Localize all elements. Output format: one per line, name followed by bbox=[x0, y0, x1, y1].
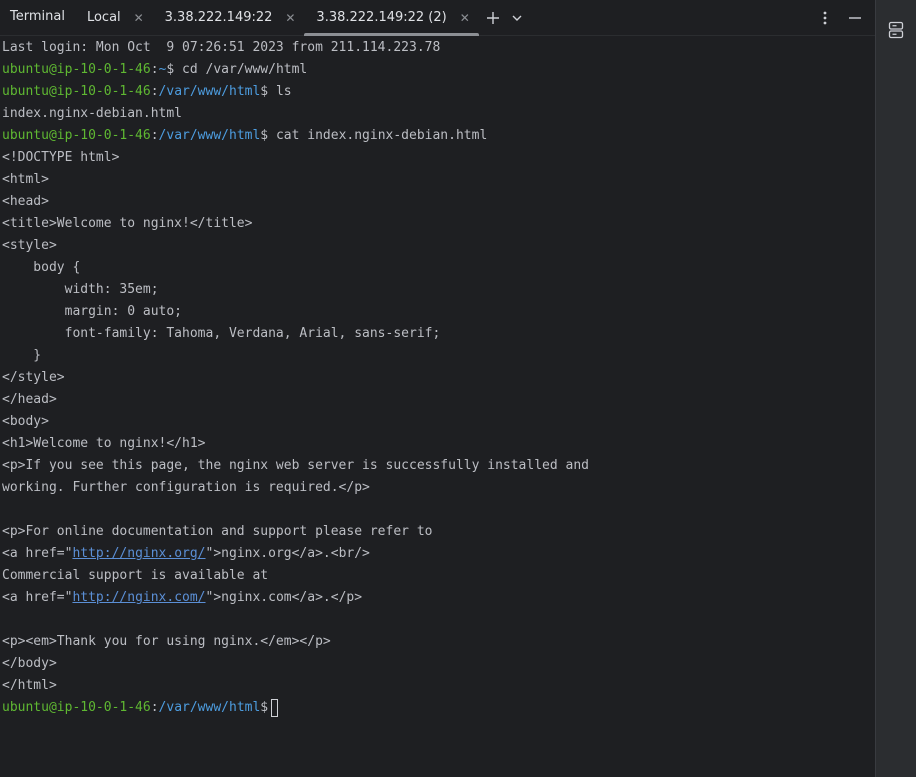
terminal-line-output: } bbox=[2, 348, 42, 363]
tab-label: Local bbox=[86, 10, 121, 25]
terminal-line-output: </html> bbox=[2, 678, 57, 693]
terminal-line-login: Last login: Mon Oct 9 07:26:51 2023 from… bbox=[2, 40, 441, 55]
prompt-user: ubuntu@ip-10-0-1-46 bbox=[2, 700, 151, 715]
prompt-dollar: $ bbox=[260, 700, 269, 715]
terminal-line-output: <!DOCTYPE html> bbox=[2, 150, 120, 165]
terminal-tab-bar: Terminal Local ✕ 3.38.222.149:22 ✕ 3.38.… bbox=[0, 0, 875, 36]
prompt-user: ubuntu@ip-10-0-1-46 bbox=[2, 84, 151, 99]
tab-ssh-2[interactable]: 3.38.222.149:22 (2) ✕ bbox=[304, 0, 480, 36]
command-text: ls bbox=[268, 84, 292, 99]
close-icon[interactable]: ✕ bbox=[459, 11, 471, 25]
url-link-nginx-org[interactable]: http://nginx.org/ bbox=[72, 546, 205, 561]
terminal-cursor[interactable] bbox=[271, 698, 279, 717]
terminal-line-output: Commercial support is available at bbox=[2, 568, 269, 583]
terminal-line-output: <style> bbox=[2, 238, 57, 253]
terminal-line-output: index.nginx-debian.html bbox=[2, 106, 183, 121]
terminal-output[interactable]: Last login: Mon Oct 9 07:26:51 2023 from… bbox=[2, 37, 872, 775]
command-text: cd /var/www/html bbox=[174, 62, 308, 77]
chevron-down-icon[interactable] bbox=[505, 0, 529, 36]
terminal-line-output: <p>If you see this page, the nginx web s… bbox=[2, 458, 589, 473]
terminal-line-output: working. Further configuration is requir… bbox=[2, 480, 370, 495]
terminal-line-output bbox=[2, 609, 872, 631]
terminal-line-output: margin: 0 auto; bbox=[2, 304, 183, 319]
link-prefix: <a href=" bbox=[2, 590, 73, 605]
terminal-line-output: <a href="http://nginx.org/">nginx.org</a… bbox=[2, 543, 872, 565]
link-suffix: ">nginx.com</a>.</p> bbox=[205, 590, 363, 605]
terminal-line-output: </body> bbox=[2, 656, 57, 671]
prompt-dollar: $ bbox=[260, 84, 269, 99]
terminal-line-output: <p><em>Thank you for using nginx.</em></… bbox=[2, 634, 331, 649]
terminal-line-output: width: 35em; bbox=[2, 282, 159, 297]
prompt-user: ubuntu@ip-10-0-1-46 bbox=[2, 128, 151, 143]
close-icon[interactable]: ✕ bbox=[133, 11, 145, 25]
prompt-user: ubuntu@ip-10-0-1-46 bbox=[2, 62, 151, 77]
minimize-icon[interactable] bbox=[843, 0, 867, 36]
terminal-line-output: <a href="http://nginx.com/">nginx.com</a… bbox=[2, 587, 872, 609]
prompt-path: /var/www/html bbox=[158, 700, 261, 715]
prompt-dollar: $ bbox=[260, 128, 269, 143]
terminal-line-prompt: ubuntu@ip-10-0-1-46:~$ cd /var/www/html bbox=[2, 62, 308, 77]
terminal-line-output: <title>Welcome to nginx!</title> bbox=[2, 216, 253, 231]
link-prefix: <a href=" bbox=[2, 546, 73, 561]
terminal-line-output: <p>For online documentation and support … bbox=[2, 524, 433, 539]
right-tool-stripe bbox=[875, 0, 916, 777]
tab-label: 3.38.222.149:22 bbox=[164, 10, 273, 25]
terminal-line-output: <html> bbox=[2, 172, 49, 187]
terminal-line-output: <h1>Welcome to nginx!</h1> bbox=[2, 436, 206, 451]
terminal-line-output: body { bbox=[2, 260, 81, 275]
terminal-line-prompt: ubuntu@ip-10-0-1-46:/var/www/html$ bbox=[2, 697, 872, 719]
prompt-path: /var/www/html bbox=[158, 84, 261, 99]
terminal-line-output: font-family: Tahoma, Verdana, Arial, san… bbox=[2, 326, 441, 341]
terminal-line-output: <head> bbox=[2, 194, 49, 209]
more-vertical-icon[interactable] bbox=[813, 0, 837, 36]
terminal-line-output: </style> bbox=[2, 370, 65, 385]
url-link-nginx-com[interactable]: http://nginx.com/ bbox=[72, 590, 205, 605]
prompt-path: /var/www/html bbox=[158, 128, 261, 143]
close-icon[interactable]: ✕ bbox=[284, 11, 296, 25]
plus-icon[interactable] bbox=[481, 0, 505, 36]
link-suffix: ">nginx.org</a>.<br/> bbox=[205, 546, 370, 561]
tab-ssh-1[interactable]: 3.38.222.149:22 ✕ bbox=[153, 0, 305, 36]
tool-window-actions bbox=[813, 0, 867, 36]
terminal-line-output bbox=[2, 499, 872, 521]
server-icon[interactable] bbox=[883, 17, 909, 43]
terminal-line-output: </head> bbox=[2, 392, 57, 407]
tool-window-title: Terminal bbox=[10, 8, 65, 24]
terminal-line-prompt: ubuntu@ip-10-0-1-46:/var/www/html$ ls bbox=[2, 84, 292, 99]
terminal-line-output: <body> bbox=[2, 414, 49, 429]
command-text: cat index.nginx-debian.html bbox=[268, 128, 488, 143]
terminal-line-prompt: ubuntu@ip-10-0-1-46:/var/www/html$ cat i… bbox=[2, 128, 488, 143]
tab-label: 3.38.222.149:22 (2) bbox=[316, 10, 447, 25]
tab-local[interactable]: Local ✕ bbox=[75, 0, 153, 36]
